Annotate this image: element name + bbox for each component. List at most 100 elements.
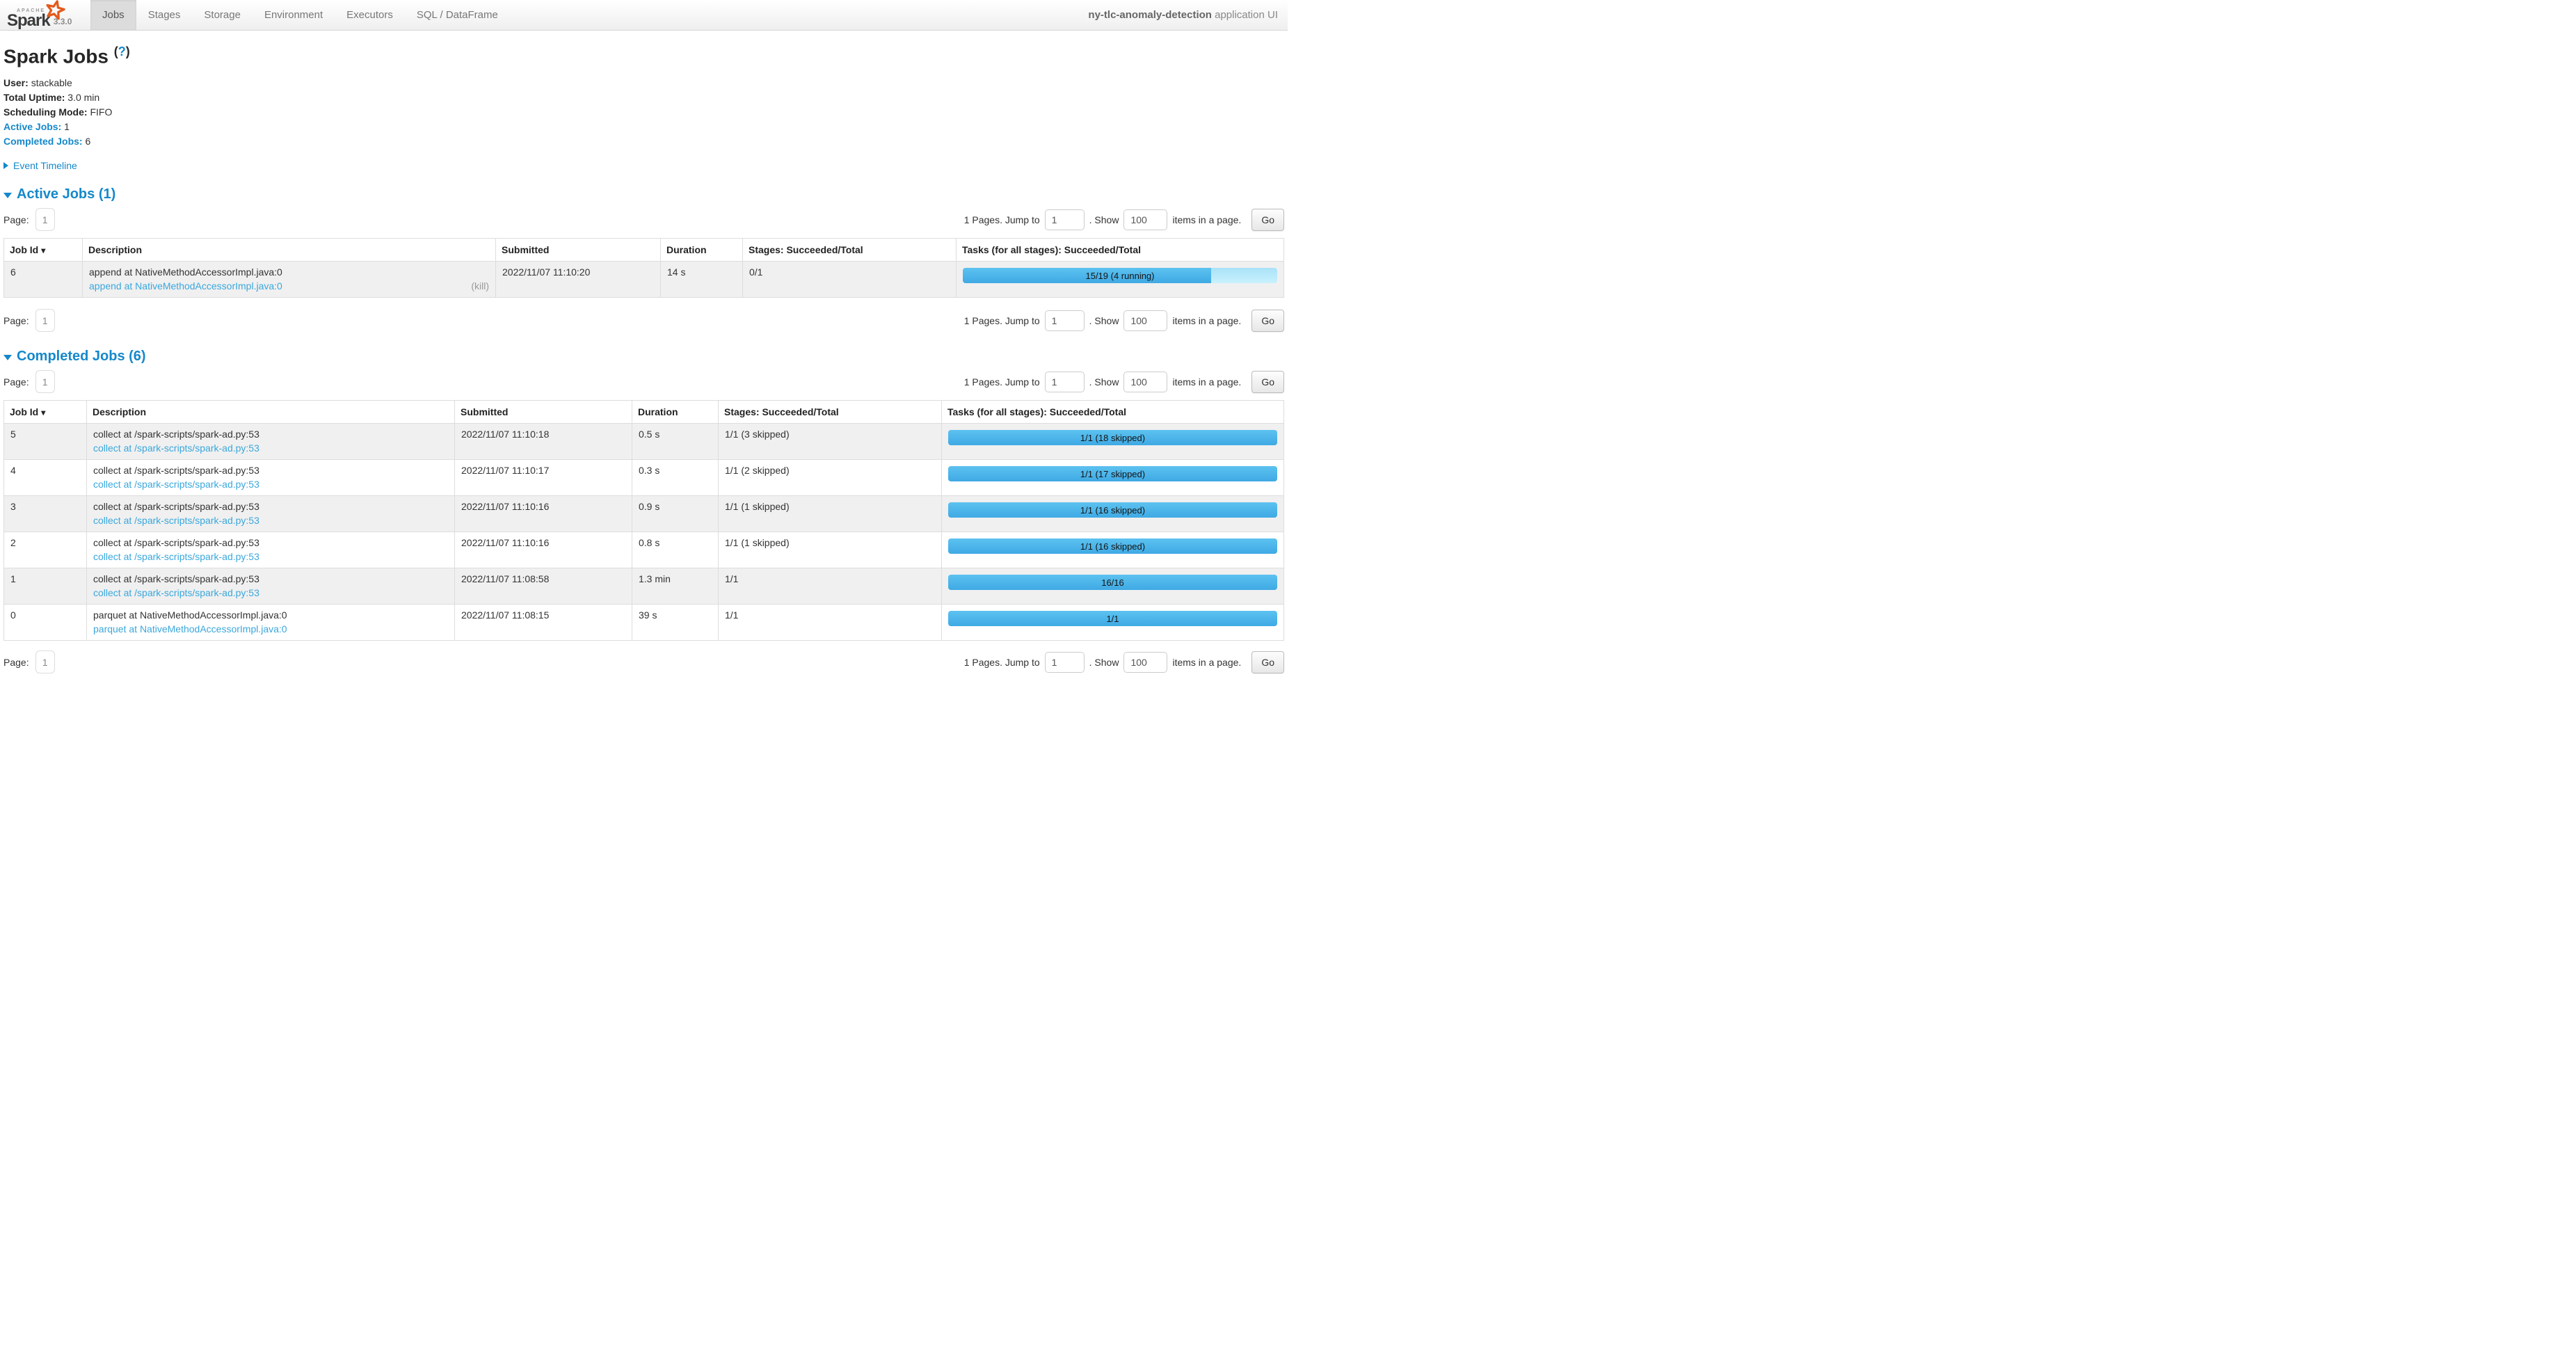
items-per-page-input[interactable] <box>1123 652 1167 673</box>
tasks-progress-bar: 1/1 <box>948 611 1277 626</box>
job-tasks-cell: 1/1 (17 skipped) <box>942 460 1284 496</box>
spark-star-icon <box>45 0 65 21</box>
job-stages-cell: 1/1 (3 skipped) <box>719 424 942 460</box>
active-jobs-table: Job Id▾ Description Submitted Duration S… <box>3 238 1284 298</box>
job-submitted-cell: 2022/11/07 11:10:16 <box>455 532 632 568</box>
tasks-progress-bar: 1/1 (16 skipped) <box>948 502 1277 518</box>
active-jobs-link[interactable]: Active Jobs: <box>3 121 61 132</box>
tab-storage[interactable]: Storage <box>192 0 253 30</box>
event-timeline-toggle[interactable]: Event Timeline <box>3 160 1284 171</box>
job-duration-cell: 39 s <box>632 605 719 641</box>
tab-stages[interactable]: Stages <box>136 0 193 30</box>
items-per-page-input[interactable] <box>1123 310 1167 331</box>
job-id-cell: 4 <box>4 460 87 496</box>
tab-jobs[interactable]: Jobs <box>90 0 136 30</box>
job-detail-link[interactable]: collect at /spark-scripts/spark-ad.py:53 <box>93 515 259 526</box>
collapse-closed-icon <box>3 162 8 169</box>
stat-completed-jobs: Completed Jobs: 6 <box>3 134 1284 149</box>
go-button[interactable]: Go <box>1251 209 1284 231</box>
active-jobs-section-toggle[interactable]: Active Jobs (1) <box>3 186 1284 202</box>
job-detail-link[interactable]: collect at /spark-scripts/spark-ad.py:53 <box>93 442 259 454</box>
job-duration-cell: 1.3 min <box>632 568 719 605</box>
tasks-progress-bar: 1/1 (18 skipped) <box>948 430 1277 445</box>
col-header-tasks[interactable]: Tasks (for all stages): Succeeded/Total <box>942 401 1284 424</box>
go-button[interactable]: Go <box>1251 651 1284 673</box>
job-id-cell: 0 <box>4 605 87 641</box>
job-detail-link[interactable]: collect at /spark-scripts/spark-ad.py:53 <box>93 587 259 598</box>
jump-to-page-input[interactable] <box>1045 310 1085 331</box>
active-jobs-pagination-bottom: Page: 1 1 Pages. Jump to . Show items in… <box>3 309 1284 332</box>
job-tasks-cell: 1/1 (16 skipped) <box>942 532 1284 568</box>
completed-job-row: 3 collect at /spark-scripts/spark-ad.py:… <box>4 496 1284 532</box>
logo-spark-text: Spark <box>7 14 50 28</box>
completed-jobs-section-toggle[interactable]: Completed Jobs (6) <box>3 349 1284 365</box>
jump-to-page-input[interactable] <box>1045 652 1085 673</box>
job-stages-cell: 1/1 <box>719 605 942 641</box>
job-submitted-cell: 2022/11/07 11:10:20 <box>496 262 661 298</box>
items-per-page-input[interactable] <box>1123 209 1167 230</box>
page-number-button[interactable]: 1 <box>35 370 55 393</box>
completed-job-row: 4 collect at /spark-scripts/spark-ad.py:… <box>4 460 1284 496</box>
job-duration-cell: 0.9 s <box>632 496 719 532</box>
job-description-cell: collect at /spark-scripts/spark-ad.py:53… <box>87 568 455 605</box>
job-duration-cell: 14 s <box>661 262 743 298</box>
job-id-cell: 2 <box>4 532 87 568</box>
job-duration-cell: 0.5 s <box>632 424 719 460</box>
tasks-progress-bar: 1/1 (17 skipped) <box>948 466 1277 481</box>
summary-stats: User: stackable Total Uptime: 3.0 min Sc… <box>3 76 1284 149</box>
jump-to-page-input[interactable] <box>1045 372 1085 392</box>
application-name-suffix: application UI <box>1212 9 1278 21</box>
job-id-cell: 3 <box>4 496 87 532</box>
col-header-stages[interactable]: Stages: Succeeded/Total <box>743 239 957 262</box>
tab-environment[interactable]: Environment <box>253 0 335 30</box>
active-job-row: 6 append at NativeMethodAccessorImpl.jav… <box>4 262 1284 298</box>
tab-sql-dataframe[interactable]: SQL / DataFrame <box>405 0 510 30</box>
col-header-job-id[interactable]: Job Id▾ <box>4 401 87 424</box>
stat-active-jobs: Active Jobs: 1 <box>3 120 1284 134</box>
col-header-job-id[interactable]: Job Id▾ <box>4 239 83 262</box>
completed-job-row: 5 collect at /spark-scripts/spark-ad.py:… <box>4 424 1284 460</box>
job-tasks-cell: 15/19 (4 running) <box>957 262 1284 298</box>
completed-jobs-link[interactable]: Completed Jobs: <box>3 136 83 147</box>
col-header-tasks[interactable]: Tasks (for all stages): Succeeded/Total <box>957 239 1284 262</box>
go-button[interactable]: Go <box>1251 310 1284 332</box>
tasks-progress-bar: 1/1 (16 skipped) <box>948 538 1277 554</box>
job-description-cell: parquet at NativeMethodAccessorImpl.java… <box>87 605 455 641</box>
page-title: Spark Jobs (?) <box>3 45 1284 67</box>
stat-user: User: stackable <box>3 76 1284 90</box>
help-link[interactable]: ? <box>118 45 126 58</box>
spark-jobs-page: APACHE Spark 3.3.0 Jobs Stages Storage E… <box>0 0 1288 674</box>
col-header-duration[interactable]: Duration <box>632 401 719 424</box>
navbar: APACHE Spark 3.3.0 Jobs Stages Storage E… <box>0 0 1288 31</box>
job-detail-link[interactable]: collect at /spark-scripts/spark-ad.py:53 <box>93 551 259 562</box>
sort-desc-icon: ▾ <box>41 408 45 417</box>
collapse-open-icon <box>3 355 12 360</box>
spark-logo[interactable]: APACHE Spark 3.3.0 <box>0 0 85 30</box>
job-detail-link[interactable]: append at NativeMethodAccessorImpl.java:… <box>89 280 282 292</box>
col-header-submitted[interactable]: Submitted <box>496 239 661 262</box>
job-duration-cell: 0.3 s <box>632 460 719 496</box>
items-per-page-input[interactable] <box>1123 372 1167 392</box>
job-description-cell: collect at /spark-scripts/spark-ad.py:53… <box>87 424 455 460</box>
col-header-duration[interactable]: Duration <box>661 239 743 262</box>
tab-executors[interactable]: Executors <box>335 0 405 30</box>
job-detail-link[interactable]: parquet at NativeMethodAccessorImpl.java… <box>93 623 287 634</box>
progress-label: 1/1 (16 skipped) <box>948 538 1277 554</box>
col-header-description[interactable]: Description <box>87 401 455 424</box>
page-number-button[interactable]: 1 <box>35 309 55 332</box>
page-number-button[interactable]: 1 <box>35 650 55 673</box>
col-header-stages[interactable]: Stages: Succeeded/Total <box>719 401 942 424</box>
job-stages-cell: 0/1 <box>743 262 957 298</box>
go-button[interactable]: Go <box>1251 371 1284 393</box>
application-name: ny-tlc-anomaly-detection application UI <box>1088 9 1288 21</box>
jump-to-page-input[interactable] <box>1045 209 1085 230</box>
completed-job-row: 0 parquet at NativeMethodAccessorImpl.ja… <box>4 605 1284 641</box>
job-description-cell: append at NativeMethodAccessorImpl.java:… <box>83 262 496 298</box>
page-number-button[interactable]: 1 <box>35 208 55 231</box>
job-id-cell: 6 <box>4 262 83 298</box>
progress-label: 1/1 (16 skipped) <box>948 502 1277 518</box>
col-header-submitted[interactable]: Submitted <box>455 401 632 424</box>
col-header-description[interactable]: Description <box>83 239 496 262</box>
kill-job-link[interactable]: (kill) <box>471 280 489 292</box>
job-detail-link[interactable]: collect at /spark-scripts/spark-ad.py:53 <box>93 479 259 490</box>
